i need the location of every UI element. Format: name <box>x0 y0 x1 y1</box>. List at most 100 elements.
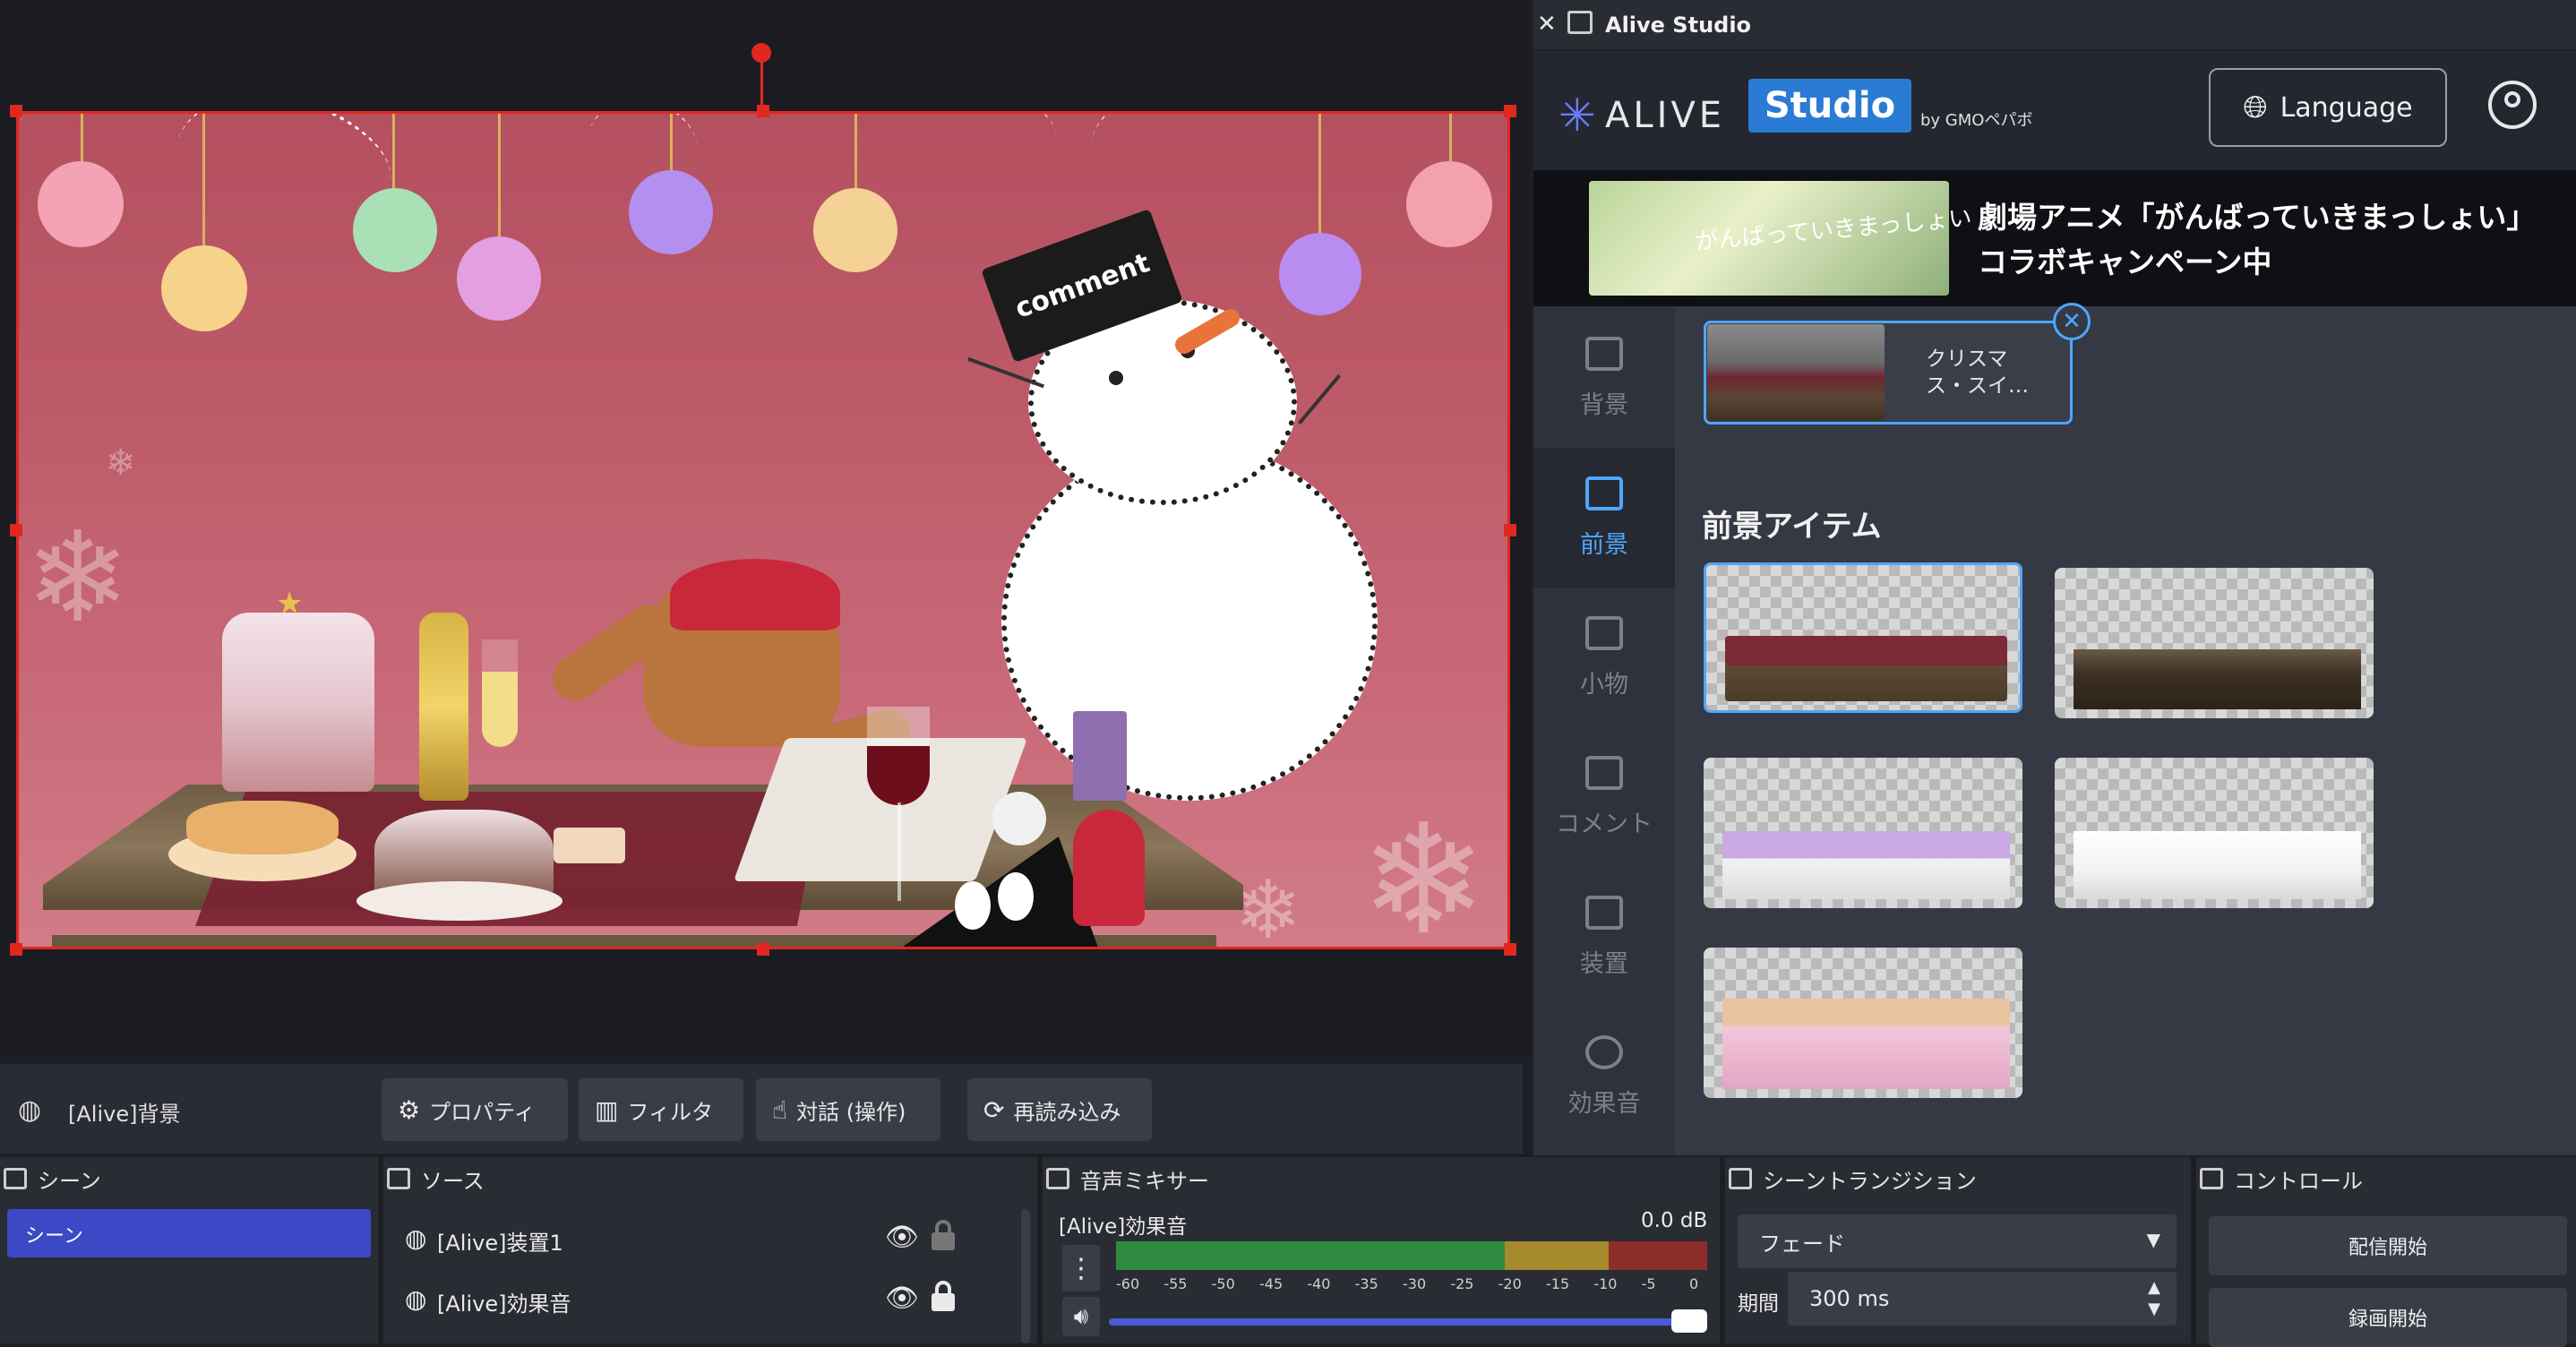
banner-line-2: コラボキャンペーン中 <box>1978 245 2272 279</box>
meter-tick-label: -10 <box>1593 1275 1618 1292</box>
scenes-dock-title: シーン <box>4 1161 101 1197</box>
properties-label: プロパティ <box>429 1099 536 1125</box>
resize-handle-ne[interactable] <box>1504 105 1516 117</box>
resize-handle-se[interactable] <box>1504 943 1516 956</box>
banner-text: 劇場アニメ「がんばっていきまっしょい」 コラボキャンペーン中 <box>1978 195 2536 285</box>
source-selection-box[interactable] <box>16 111 1510 949</box>
properties-button[interactable]: ⚙ プロパティ <box>382 1078 568 1141</box>
foreground-item-pink-table[interactable] <box>1704 948 2022 1098</box>
filters-button[interactable]: ▥ フィルタ <box>579 1078 743 1141</box>
image-add-icon <box>1585 476 1623 510</box>
close-icon[interactable]: ✕ <box>1537 11 1557 38</box>
nav-label: 背景 <box>1580 390 1628 419</box>
scene-list-item[interactable]: シーン <box>7 1209 371 1257</box>
mixer-channel-name: [Alive]効果音 <box>1059 1215 1188 1239</box>
nav-sound-effects[interactable]: 効果音 <box>1533 1007 1675 1146</box>
foreground-item-christmas-sweets[interactable] <box>1704 562 2022 713</box>
meter-tick-label: -25 <box>1450 1275 1474 1292</box>
resize-handle-nw[interactable] <box>10 105 22 117</box>
nav-background[interactable]: 背景 <box>1533 308 1675 448</box>
resize-handle-sw[interactable] <box>10 943 22 956</box>
language-label: Language <box>2280 91 2413 124</box>
item-preview <box>1725 636 2007 702</box>
filter-icon: ▥ <box>595 1094 619 1125</box>
nav-foreground[interactable]: 前景 <box>1533 448 1675 588</box>
visibility-eye-icon[interactable]: 👁︎ <box>885 1283 919 1314</box>
meter-tick-label: -45 <box>1259 1275 1284 1292</box>
widgets-icon <box>1585 895 1623 930</box>
window-icon <box>1046 1168 1069 1189</box>
filters-label: フィルタ <box>627 1099 713 1125</box>
kebab-menu-icon[interactable]: ⋮ <box>1062 1245 1100 1291</box>
duration-spinbox[interactable]: 300 ms ▲ ▼ <box>1788 1272 2177 1326</box>
selected-item-name-line1: クリスマ <box>1926 347 2008 371</box>
visibility-eye-icon[interactable]: 👁︎ <box>885 1222 919 1253</box>
nav-label: 装置 <box>1580 949 1628 978</box>
resize-handle-e[interactable] <box>1504 524 1516 536</box>
lock-icon[interactable] <box>932 1281 955 1311</box>
transition-value: フェード <box>1759 1231 1845 1257</box>
meter-red-zone <box>1609 1241 1707 1270</box>
lock-icon[interactable] <box>932 1220 955 1250</box>
resize-handle-s[interactable] <box>757 943 769 956</box>
scenes-title: シーン <box>38 1168 101 1194</box>
refresh-icon: ⟳ <box>983 1094 1005 1125</box>
window-icon <box>1567 11 1593 34</box>
alive-logo-text: ALIVE <box>1605 95 1726 136</box>
nav-label: 前景 <box>1580 530 1628 559</box>
resize-handle-n[interactable] <box>757 105 769 117</box>
start-recording-button[interactable]: 録画開始 <box>2209 1288 2567 1347</box>
browser-source-icon: ◍ <box>18 1094 42 1126</box>
mixer-title: 音声ミキサー <box>1080 1168 1209 1194</box>
music-note-icon <box>1585 1034 1623 1069</box>
interact-button[interactable]: ☝ 対話 (操作) <box>756 1078 940 1141</box>
remove-item-button[interactable]: ✕ <box>2053 303 2091 340</box>
source-row[interactable]: ◍ [Alive]効果音 👁︎ <box>394 1272 1021 1326</box>
mixer-dock-title: 音声ミキサー <box>1046 1161 1209 1197</box>
spin-arrows-icon[interactable]: ▲ ▼ <box>2148 1277 2160 1320</box>
nav-label: コメント <box>1556 810 1653 838</box>
resize-handle-w[interactable] <box>10 524 22 536</box>
window-icon <box>387 1168 410 1189</box>
foreground-item-purple-table[interactable] <box>1704 758 2022 908</box>
foreground-items-heading: 前景アイテム <box>1702 509 1882 545</box>
speaker-icon[interactable]: 🔊︎ <box>1062 1297 1100 1336</box>
item-preview <box>2074 648 2361 709</box>
chevron-down-icon: ▼ <box>2146 1229 2160 1250</box>
browser-source-icon: ◍ <box>405 1223 427 1253</box>
source-row[interactable]: ◍ [Alive]装置1 👁︎ <box>394 1211 1021 1265</box>
meter-tick-label: -40 <box>1307 1275 1331 1292</box>
meter-tick-label: -5 <box>1641 1275 1656 1292</box>
interact-label: 対話 (操作) <box>796 1099 906 1125</box>
meter-tick-label: -30 <box>1403 1275 1427 1292</box>
alive-logo-icon: ✳ <box>1558 90 1596 142</box>
foreground-item-white-table[interactable] <box>2055 758 2374 908</box>
reload-button[interactable]: ⟳ 再読み込み <box>967 1078 1152 1141</box>
logo-byline: by GMOペパボ <box>1920 111 2033 130</box>
sources-scrollbar[interactable] <box>1021 1209 1030 1343</box>
sources-dock-title: ソース <box>387 1161 485 1197</box>
mixer-db-readout: 0.0 dB <box>1641 1209 1708 1232</box>
meter-tick-label: -60 <box>1116 1275 1140 1292</box>
gear-icon: ⚙ <box>398 1094 421 1125</box>
selected-source-name: [Alive]背景 <box>68 1102 181 1127</box>
nav-devices[interactable]: 装置 <box>1533 867 1675 1007</box>
reload-label: 再読み込み <box>1013 1099 1121 1125</box>
transitions-dock-title: シーントランジション <box>1729 1161 1977 1197</box>
banner-line-1: 劇場アニメ「がんばっていきまっしょい」 <box>1978 200 2537 235</box>
comment-icon <box>1585 755 1623 790</box>
nav-props[interactable]: 小物 <box>1533 588 1675 727</box>
language-button[interactable]: 🌐︎ Language <box>2209 68 2447 147</box>
item-preview <box>1722 999 2010 1089</box>
meter-tick-label: -55 <box>1163 1275 1188 1292</box>
foreground-item-dark-table[interactable] <box>2055 568 2374 718</box>
nav-label: 小物 <box>1580 670 1628 699</box>
volume-slider[interactable] <box>1109 1318 1707 1326</box>
volume-slider-thumb[interactable] <box>1671 1309 1707 1333</box>
meter-yellow-zone <box>1505 1241 1609 1270</box>
selected-item-name-line2: ス・スイ… <box>1926 374 2029 398</box>
start-streaming-button[interactable]: 配信開始 <box>2209 1216 2567 1275</box>
rotate-handle[interactable] <box>751 43 771 63</box>
transition-select[interactable]: フェード ▼ <box>1738 1214 2177 1268</box>
nav-comment[interactable]: コメント <box>1533 727 1675 867</box>
